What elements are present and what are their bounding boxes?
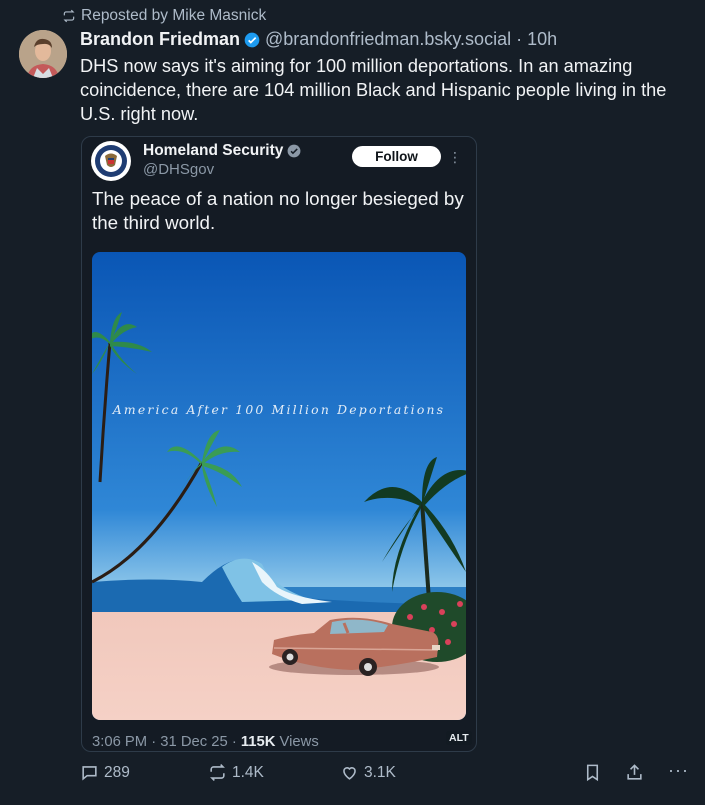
views-label: Views	[275, 734, 319, 750]
more-options-button[interactable]: ···	[668, 760, 689, 781]
more-options-icon[interactable]: ⋮	[448, 148, 462, 166]
beach-illustration	[92, 252, 466, 720]
quote-timestamp[interactable]: 3:06 PM · 31 Dec 25 ·	[92, 734, 241, 750]
repost-count: 1.4K	[232, 763, 264, 781]
views-count: 115K	[240, 734, 276, 750]
like-count: 3.1K	[364, 763, 396, 781]
bookmark-button[interactable]	[583, 763, 602, 782]
post-text: DHS now says it's aiming for 100 million…	[80, 56, 667, 124]
repost-label: Reposted by Mike Masnick	[81, 7, 267, 24]
quote-text: The peace of a nation no longer besieged…	[92, 188, 464, 233]
author-handle[interactable]: @brandonfriedman.bsky.social	[265, 29, 511, 50]
image-caption-text: America After 100 Million Deportations	[112, 402, 446, 417]
post[interactable]: Brandon Friedman @brandonfriedman.bsky.s…	[80, 29, 695, 126]
post-time[interactable]: 10h	[527, 29, 557, 50]
share-icon	[627, 764, 642, 780]
bookmark-icon	[586, 764, 599, 782]
heart-icon	[343, 767, 356, 780]
quote-author-row[interactable]: Homeland Security	[143, 142, 306, 160]
repost-icon	[210, 764, 225, 781]
repost-button[interactable]: 1.4K	[208, 763, 264, 782]
quote-author-handle[interactable]: @DHSgov	[143, 161, 214, 178]
separator: ·	[516, 29, 523, 49]
repost-indicator[interactable]: Reposted by Mike Masnick	[62, 7, 266, 25]
quote-image[interactable]: America After 100 Million Deportations	[92, 252, 466, 720]
reply-count: 289	[104, 763, 130, 781]
dhs-seal-avatar[interactable]	[91, 141, 131, 181]
follow-button[interactable]: Follow	[352, 146, 441, 167]
repost-icon	[63, 9, 75, 23]
post-actions: 289 1.4K 3.1K ···	[80, 760, 690, 785]
quoted-post[interactable]: Homeland Security @DHSgov Follow ⋮ The p…	[81, 136, 477, 752]
reply-button[interactable]: 289	[80, 763, 130, 782]
avatar[interactable]	[19, 30, 67, 78]
quote-author-name[interactable]: Homeland Security	[143, 142, 283, 160]
verified-icon	[244, 32, 260, 47]
alt-text-badge[interactable]: ALT	[446, 731, 472, 745]
quote-meta: 3:06 PM · 31 Dec 25 · 115K Views	[92, 734, 319, 750]
reply-icon	[82, 766, 97, 781]
share-button[interactable]	[625, 763, 644, 782]
verified-icon	[287, 144, 301, 158]
author-name[interactable]: Brandon Friedman	[80, 29, 240, 50]
like-button[interactable]: 3.1K	[340, 763, 396, 782]
